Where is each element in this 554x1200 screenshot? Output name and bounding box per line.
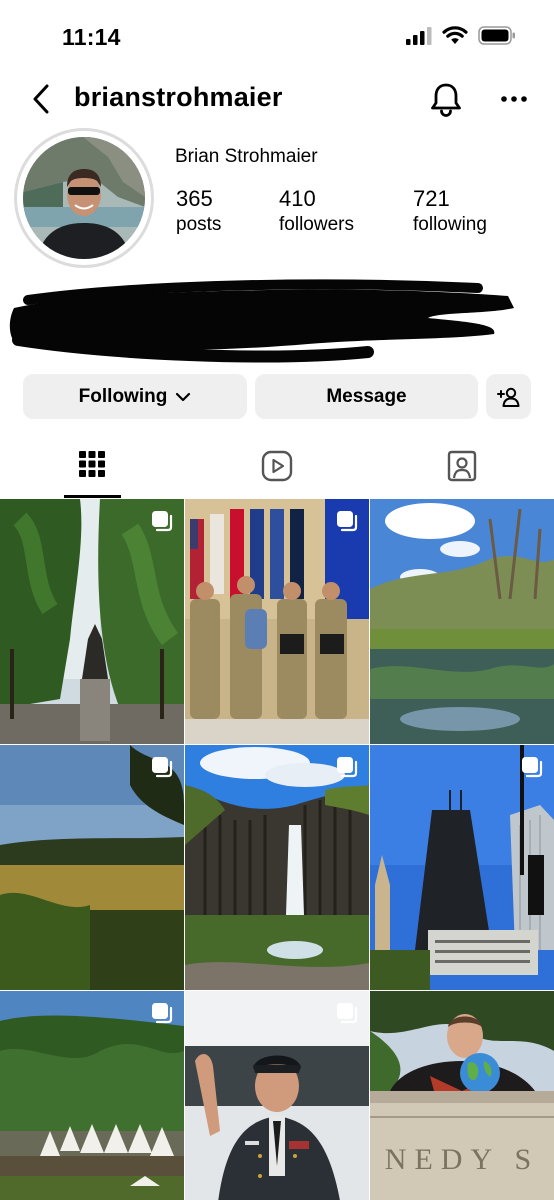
following-label: following — [413, 214, 487, 235]
grid-post-park-statue[interactable] — [0, 499, 184, 744]
grid-post-globe[interactable]: NEDY S — [370, 991, 554, 1200]
profile-username: brianstrohmaier — [74, 82, 283, 112]
add-user-button[interactable] — [486, 374, 531, 419]
posts-count: 365 — [176, 186, 213, 211]
followers-label: followers — [279, 214, 354, 235]
battery-icon — [478, 26, 515, 45]
multiple-photos-icon — [152, 757, 173, 778]
following-button[interactable]: Following — [23, 374, 247, 419]
multiple-photos-icon — [337, 1003, 358, 1024]
followers-count: 410 — [279, 186, 316, 211]
reels-icon — [261, 450, 293, 482]
posts-grid: NEDY S — [0, 499, 554, 1200]
signal-icon — [406, 26, 432, 45]
status-bar: 11:14 — [0, 0, 554, 74]
multiple-photos-icon — [337, 511, 358, 532]
more-horizontal-icon — [501, 96, 527, 102]
tagged-icon — [447, 450, 477, 482]
multiple-photos-icon — [522, 757, 543, 778]
stat-following[interactable]: 721 following — [413, 186, 487, 238]
avatar — [23, 137, 145, 259]
message-button-label: Message — [326, 385, 407, 407]
grid-icon — [79, 451, 105, 477]
multiple-photos-icon — [337, 757, 358, 778]
grid-post-tents[interactable] — [0, 991, 184, 1200]
grid-post-skyscrapers[interactable] — [370, 745, 554, 990]
tab-tagged[interactable] — [432, 440, 492, 498]
profile-tabs — [0, 440, 554, 498]
multiple-photos-icon — [152, 511, 173, 532]
posts-label: posts — [176, 214, 222, 235]
following-count: 721 — [413, 186, 450, 211]
display-name: Brian Strohmaier — [175, 146, 318, 167]
message-button[interactable]: Message — [255, 374, 478, 419]
chevron-left-icon — [33, 84, 49, 114]
status-time: 11:14 — [62, 24, 121, 50]
profile-header: brianstrohmaier — [0, 74, 554, 124]
active-tab-indicator — [64, 495, 121, 498]
tab-reels[interactable] — [247, 440, 307, 498]
grid-post-waterfall[interactable] — [185, 745, 369, 990]
status-icons — [406, 26, 516, 45]
tab-posts-grid[interactable] — [62, 440, 122, 498]
wifi-icon — [442, 26, 468, 44]
grid-post-pond[interactable] — [370, 499, 554, 744]
avatar-ring[interactable] — [14, 128, 154, 268]
grid-post-field[interactable] — [0, 745, 184, 990]
back-button[interactable] — [26, 82, 56, 116]
grid-post-soldier[interactable] — [185, 991, 369, 1200]
stat-followers[interactable]: 410 followers — [279, 186, 354, 238]
add-user-icon — [496, 387, 519, 407]
stat-posts[interactable]: 365 posts — [176, 186, 221, 238]
building-inscription: NEDY S — [384, 1143, 540, 1176]
more-options-button[interactable] — [496, 84, 532, 114]
grid-post-group-uniform[interactable] — [185, 499, 369, 744]
bell-icon — [431, 83, 461, 117]
following-button-label: Following — [78, 385, 168, 407]
chevron-down-icon — [176, 392, 191, 401]
notifications-button[interactable] — [428, 80, 464, 118]
redacted-bio — [9, 279, 514, 363]
multiple-photos-icon — [152, 1003, 173, 1024]
